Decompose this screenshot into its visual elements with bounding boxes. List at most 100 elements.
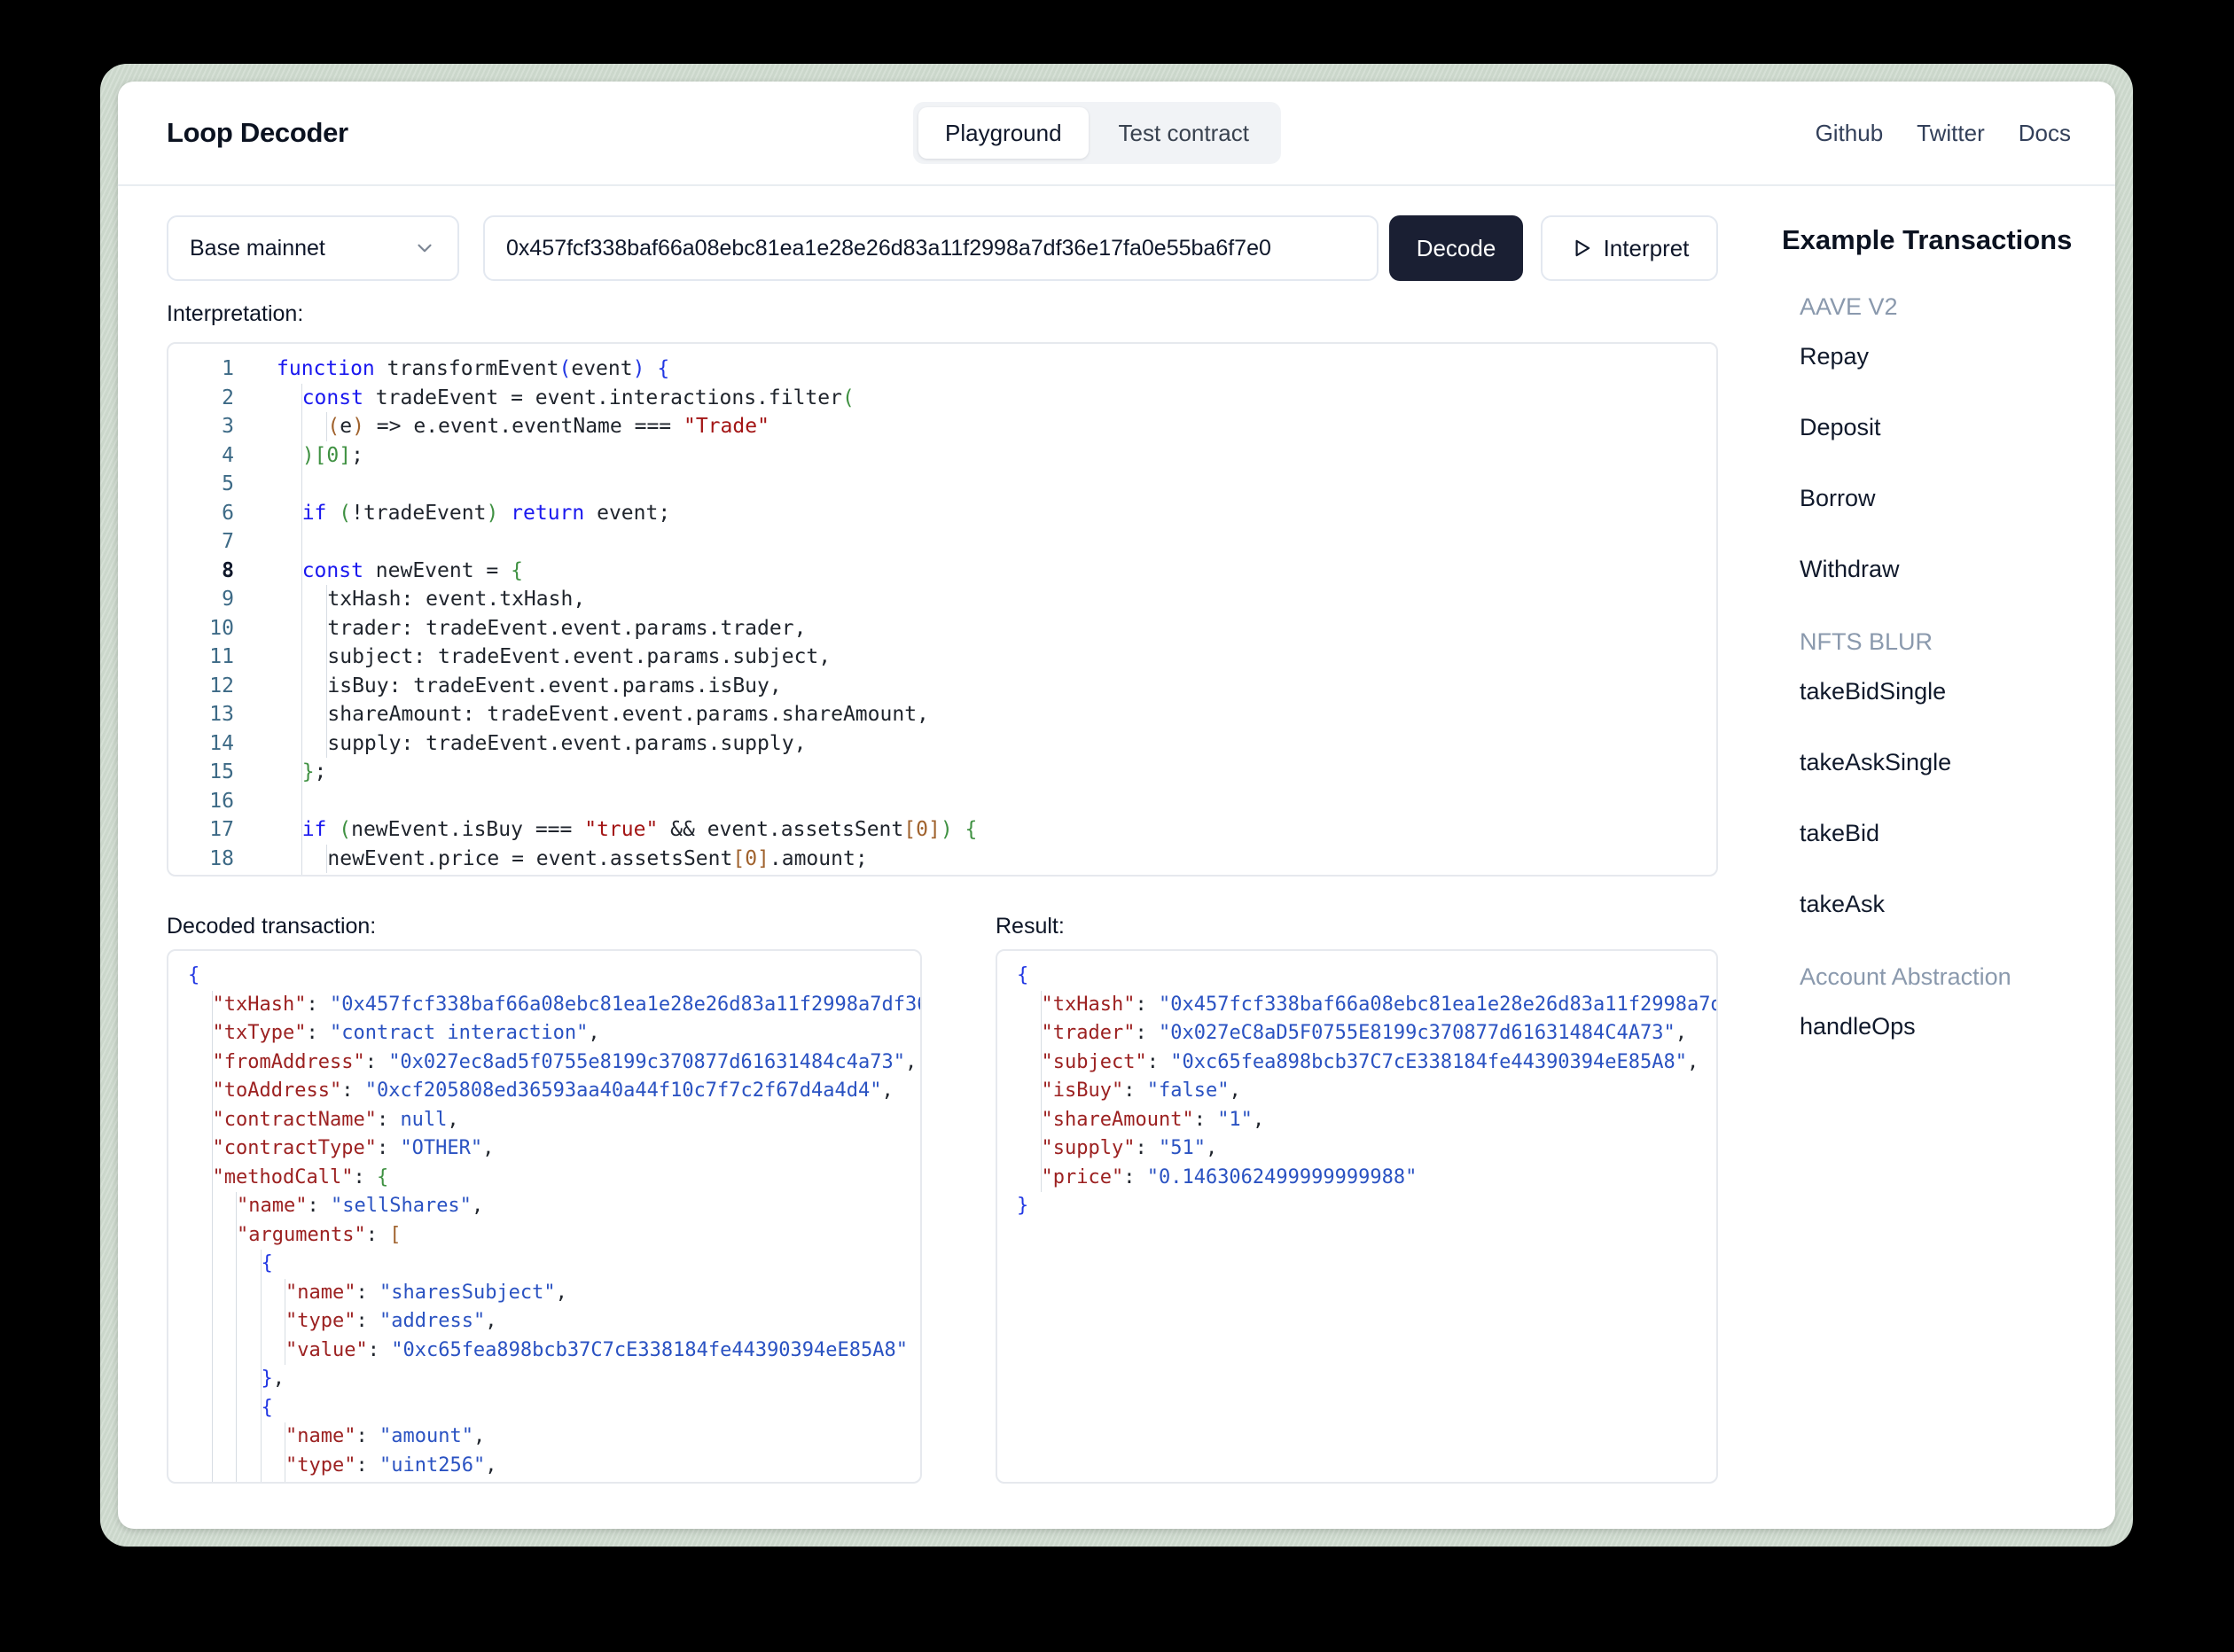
code-line: "name": "sharesSubject", <box>188 1279 920 1308</box>
indent-guide <box>188 1134 213 1164</box>
github-link[interactable]: Github <box>1816 120 1884 147</box>
network-select-value: Base mainnet <box>190 236 325 261</box>
code-line: "name": "sellShares", <box>188 1192 920 1221</box>
code-line: "contractType": "OTHER", <box>188 1134 920 1164</box>
indent-guide <box>213 1192 238 1221</box>
interpretation-label: Interpretation: <box>167 301 303 327</box>
example-tx-item[interactable]: handleOps <box>1800 1011 2083 1041</box>
code-line: { <box>1017 962 1716 991</box>
example-tx-item[interactable]: Deposit <box>1800 412 2083 442</box>
indent-guide <box>277 412 302 441</box>
sidebar-sections: AAVE V2 Repay Deposit Borrow Withdraw NFTS BL… <box>1782 292 2083 1041</box>
indent-guide <box>277 384 302 413</box>
tab-playground[interactable]: Playground <box>918 107 1089 159</box>
indent-guide <box>188 1019 213 1048</box>
decoded-transaction-panel[interactable]: {"txHash": "0x457fcf338baf66a08ebc81ea1e… <box>167 949 922 1484</box>
indent-guide <box>237 1422 262 1452</box>
result-panel[interactable]: {"txHash": "0x457fcf338baf66a08ebc81ea1e… <box>996 949 1718 1484</box>
example-tx-item[interactable]: Withdraw <box>1800 554 2083 584</box>
code-line: 4)[0]; <box>168 441 1716 471</box>
decoded-transaction-label: Decoded transaction: <box>167 914 376 939</box>
indent-guide <box>237 1452 262 1481</box>
indent-guide <box>277 815 302 845</box>
indent-guide <box>1017 991 1042 1020</box>
code-line: 17if (newEvent.isBuy === "true" && event… <box>168 815 1716 845</box>
code-line: 6if (!tradeEvent) return event; <box>168 499 1716 528</box>
code-line: 9txHash: event.txHash, <box>168 585 1716 614</box>
indent-guide <box>188 1422 213 1452</box>
code-line: "value": "0xc65fea898bcb37C7cE338184fe44… <box>188 1336 920 1366</box>
indent-guide <box>262 1279 286 1308</box>
indent-guide <box>213 1221 238 1251</box>
code-line: { <box>188 1250 920 1279</box>
indent-guide <box>188 1307 213 1336</box>
indent-guide <box>302 412 328 441</box>
example-tx-item[interactable]: takeBidSingle <box>1800 676 2083 706</box>
code-line: 3(e) => e.event.eventName === "Trade" <box>168 412 1716 441</box>
indent-guide <box>302 672 328 701</box>
docs-link[interactable]: Docs <box>2019 120 2071 147</box>
indent-guide <box>188 1164 213 1193</box>
code-line: "isBuy": "false", <box>1017 1077 1716 1106</box>
indent-guide <box>188 1077 213 1106</box>
indent-guide <box>277 845 302 874</box>
indent-guide <box>188 1048 213 1078</box>
line-number: 2 <box>168 384 234 413</box>
indent-guide <box>277 527 302 557</box>
indent-guide <box>302 585 328 614</box>
line-number: 1 <box>168 355 234 384</box>
example-tx-item[interactable]: takeBid <box>1800 818 2083 848</box>
code-line: { <box>188 1394 920 1423</box>
code-line: "type": "uint256", <box>188 1452 920 1481</box>
indent-guide <box>277 729 302 759</box>
indent-guide <box>1017 1077 1042 1106</box>
page-frame: Loop Decoder Playground Test contract Gi… <box>100 64 2133 1547</box>
code-line: 11subject: tradeEvent.event.params.subje… <box>168 643 1716 672</box>
code-line: "shareAmount": "1", <box>1017 1106 1716 1135</box>
indent-guide <box>188 1192 213 1221</box>
tab-test-contract[interactable]: Test contract <box>1092 107 1276 159</box>
code-line: 15}; <box>168 758 1716 787</box>
indent-guide <box>188 1106 213 1135</box>
code-line: 10trader: tradeEvent.event.params.trader… <box>168 614 1716 643</box>
twitter-link[interactable]: Twitter <box>1917 120 1985 147</box>
line-number: 5 <box>168 470 234 499</box>
decode-button[interactable]: Decode <box>1389 215 1523 281</box>
indent-guide <box>188 1365 213 1394</box>
example-tx-item[interactable]: Repay <box>1800 341 2083 371</box>
indent-guide <box>188 1279 213 1308</box>
chevron-down-icon <box>413 237 436 260</box>
example-tx-item[interactable]: takeAskSingle <box>1800 747 2083 777</box>
indent-guide <box>1017 1164 1042 1193</box>
play-icon <box>1570 237 1593 260</box>
code-line: 7 <box>168 527 1716 557</box>
indent-guide <box>277 672 302 701</box>
sidebar-title: Example Transactions <box>1782 224 2083 256</box>
example-tx-item[interactable]: takeAsk <box>1800 889 2083 919</box>
code-line: 2const tradeEvent = event.interactions.f… <box>168 384 1716 413</box>
code-line: "trader": "0x027eC8aD5F0755E8199c370877d… <box>1017 1019 1716 1048</box>
network-select[interactable]: Base mainnet <box>167 215 459 281</box>
code-line: "contractName": null, <box>188 1106 920 1135</box>
indent-guide <box>213 1422 238 1452</box>
indent-guide <box>277 643 302 672</box>
indent-guide <box>237 1307 262 1336</box>
indent-guide <box>277 873 302 877</box>
interpret-button-label: Interpret <box>1604 235 1690 262</box>
sidebar-section: Account AbstractionhandleOps <box>1782 962 2083 1041</box>
code-line: "methodCall": { <box>188 1164 920 1193</box>
indent-guide <box>1017 1048 1042 1078</box>
example-tx-item[interactable]: Borrow <box>1800 483 2083 513</box>
line-number: 10 <box>168 614 234 643</box>
indent-guide <box>188 1221 213 1251</box>
sidebar-section-label: NFTS BLUR <box>1800 627 2083 657</box>
sidebar-section-label: AAVE V2 <box>1800 292 2083 322</box>
line-number: 18 <box>168 845 234 874</box>
interpret-button[interactable]: Interpret <box>1541 215 1718 281</box>
indent-guide <box>1017 1019 1042 1048</box>
indent-guide <box>213 1336 238 1366</box>
tx-hash-input[interactable] <box>483 215 1379 281</box>
interpretation-code-editor[interactable]: 1function transformEvent(event) {2const … <box>167 342 1718 877</box>
indent-guide <box>277 557 302 586</box>
indent-guide <box>237 1250 262 1279</box>
